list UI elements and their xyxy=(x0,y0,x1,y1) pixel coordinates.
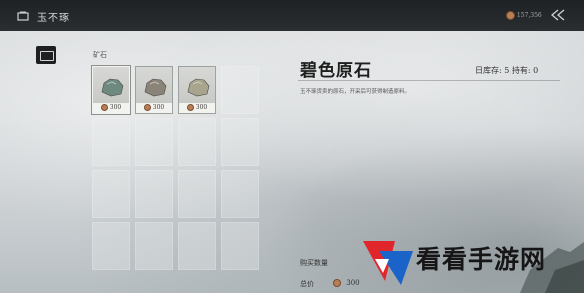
empty-slot xyxy=(221,222,259,270)
item-price-value: 300 xyxy=(109,104,122,111)
empty-slot xyxy=(92,222,130,270)
item-price-value: 300 xyxy=(195,104,208,111)
ore-stone-icon xyxy=(101,78,124,97)
coin-icon xyxy=(506,11,515,20)
item-slot[interactable]: 300 xyxy=(92,66,130,114)
item-description: 玉不琢货卖的原石，开采后可获得制造原料。 xyxy=(300,89,411,95)
empty-slot xyxy=(135,170,173,218)
chest-icon xyxy=(40,51,54,61)
divider xyxy=(298,80,560,81)
empty-slot xyxy=(135,222,173,270)
empty-slot xyxy=(178,118,216,166)
coin-icon xyxy=(143,104,151,111)
ore-stone-icon xyxy=(144,78,167,97)
empty-slot xyxy=(92,118,130,166)
top-bar: 玉不琢 157,356 xyxy=(0,0,584,31)
empty-slot xyxy=(221,118,259,166)
watermark-text: 看看手游网 xyxy=(416,245,547,274)
empty-slot xyxy=(221,66,259,114)
currency-amount: 157,356 xyxy=(516,12,542,19)
category-tab-box[interactable] xyxy=(36,46,56,64)
empty-slot xyxy=(135,118,173,166)
item-slot[interactable]: 300 xyxy=(135,66,173,114)
item-price: 300 xyxy=(136,103,172,113)
coin-icon xyxy=(100,104,108,111)
stock-info: 日库存: 5 持有: 0 xyxy=(475,66,539,75)
empty-slot xyxy=(92,170,130,218)
item-price: 300 xyxy=(179,103,215,113)
currency-display: 157,356 xyxy=(506,11,542,20)
empty-slot xyxy=(221,170,259,218)
item-price-value: 300 xyxy=(152,104,165,111)
page-title: 玉不琢 xyxy=(37,13,70,24)
coin-icon xyxy=(333,279,341,287)
item-slot[interactable]: 300 xyxy=(178,66,216,114)
coin-icon xyxy=(186,104,194,111)
ore-stone-icon xyxy=(187,78,210,97)
quantity-label: 购买数量 xyxy=(300,259,328,267)
back-icon[interactable] xyxy=(550,9,566,21)
item-name: 碧色原石 xyxy=(300,61,372,81)
item-price: 300 xyxy=(93,103,129,113)
menu-icon[interactable] xyxy=(17,11,29,21)
empty-slot xyxy=(178,222,216,270)
total-label: 总价 xyxy=(300,280,314,288)
empty-slot xyxy=(178,170,216,218)
category-label: 矿石 xyxy=(93,51,107,59)
